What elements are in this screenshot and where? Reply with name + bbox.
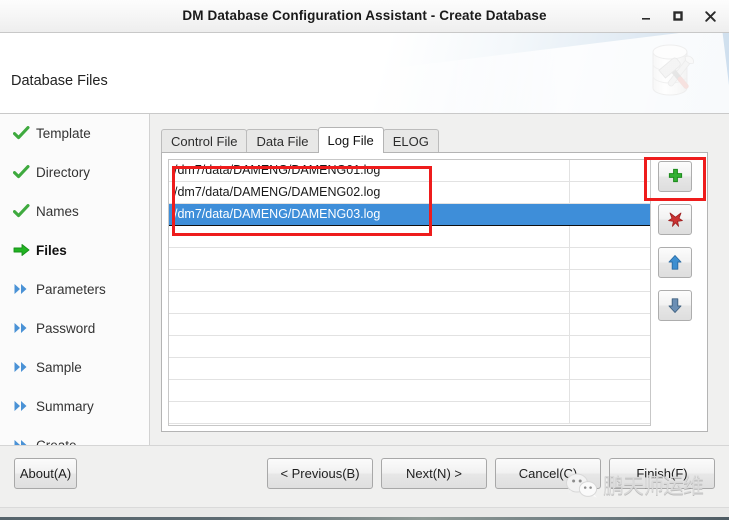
window-controls [631, 0, 725, 32]
check-icon [13, 164, 34, 181]
sidebar-item-template[interactable]: Template [0, 114, 149, 153]
sidebar-item-label: Parameters [36, 282, 106, 297]
cancel-button[interactable]: Cancel(C) [495, 458, 601, 489]
file-path-cell [169, 380, 570, 401]
red-x-icon [667, 211, 684, 228]
file-path-cell [169, 402, 570, 423]
table-row-empty[interactable] [169, 292, 650, 314]
file-extra-cell [570, 314, 650, 335]
double-chevron-icon [13, 399, 34, 415]
sidebar-item-sample[interactable]: Sample [0, 348, 149, 387]
file-path-cell: /dm7/data/DAMENG/DAMENG03.log [169, 204, 570, 225]
file-extra-cell [570, 380, 650, 401]
add-file-button[interactable] [658, 161, 692, 192]
arrow-up-icon [667, 254, 683, 271]
app-window: DM Database Configuration Assistant - Cr… [0, 0, 729, 520]
file-path-cell: /dm7/data/DAMENG/DAMENG01.log [169, 160, 570, 181]
footer-bar: About(A) < Previous(B) Next(N) > Cancel(… [0, 445, 729, 507]
file-path-cell [169, 248, 570, 269]
maximize-icon[interactable] [663, 3, 693, 29]
sidebar-item-label: Directory [36, 165, 91, 180]
table-action-buttons [658, 161, 702, 333]
page-banner: Database Files [0, 33, 729, 114]
sidebar-item-label: Summary [36, 399, 94, 414]
wizard-sidebar: Template Directory Names Files Parameter… [0, 114, 150, 445]
page-title: Database Files [11, 73, 108, 89]
file-path-cell [169, 270, 570, 291]
arrow-right-icon [13, 243, 34, 259]
file-path-cell [169, 314, 570, 335]
content-pane: Control File Data File Log File ELOG /dm… [150, 114, 729, 445]
file-extra-cell [570, 226, 650, 247]
previous-button[interactable]: < Previous(B) [267, 458, 373, 489]
finish-button[interactable]: Finish(F) [609, 458, 715, 489]
next-button[interactable]: Next(N) > [381, 458, 487, 489]
plus-icon [667, 168, 684, 185]
file-path-cell: /dm7/data/DAMENG/DAMENG02.log [169, 182, 570, 203]
table-row-empty[interactable] [169, 402, 650, 424]
table-row-empty[interactable] [169, 336, 650, 358]
sidebar-item-label: Password [36, 321, 96, 336]
about-button[interactable]: About(A) [14, 458, 77, 489]
double-chevron-icon [13, 282, 34, 298]
minimize-icon[interactable] [631, 3, 661, 29]
arrow-down-icon [667, 297, 683, 314]
sidebar-item-label: Names [36, 204, 79, 219]
check-icon [13, 125, 34, 142]
file-extra-cell [570, 160, 650, 181]
file-extra-cell [570, 270, 650, 291]
sidebar-item-password[interactable]: Password [0, 309, 149, 348]
sidebar-item-label: Create [36, 438, 77, 445]
file-extra-cell [570, 182, 650, 203]
tab-strip: Control File Data File Log File ELOG [161, 127, 439, 153]
double-chevron-icon [13, 360, 34, 376]
delete-file-button[interactable] [658, 204, 692, 235]
table-row-empty[interactable] [169, 270, 650, 292]
sidebar-item-label: Files [36, 243, 67, 258]
table-row-empty[interactable] [169, 226, 650, 248]
file-path-cell [169, 336, 570, 357]
file-path-cell [169, 358, 570, 379]
sidebar-item-label: Sample [36, 360, 82, 375]
log-file-panel: /dm7/data/DAMENG/DAMENG01.log /dm7/data/… [161, 152, 708, 432]
log-file-table[interactable]: /dm7/data/DAMENG/DAMENG01.log /dm7/data/… [168, 159, 651, 426]
title-bar: DM Database Configuration Assistant - Cr… [0, 0, 729, 33]
file-extra-cell [570, 358, 650, 379]
sidebar-item-label: Template [36, 126, 91, 141]
tab-control-file[interactable]: Control File [161, 129, 248, 153]
table-row[interactable]: /dm7/data/DAMENG/DAMENG02.log [169, 182, 650, 204]
tab-log-file[interactable]: Log File [317, 127, 384, 153]
table-row-empty[interactable] [169, 248, 650, 270]
sidebar-item-summary[interactable]: Summary [0, 387, 149, 426]
sidebar-item-names[interactable]: Names [0, 192, 149, 231]
table-row-empty[interactable] [169, 358, 650, 380]
sidebar-item-parameters[interactable]: Parameters [0, 270, 149, 309]
sidebar-item-directory[interactable]: Directory [0, 153, 149, 192]
move-up-button[interactable] [658, 247, 692, 278]
database-tools-icon [639, 39, 711, 105]
tab-data-file[interactable]: Data File [246, 129, 319, 153]
sidebar-item-create[interactable]: Create [0, 426, 149, 445]
window-title: DM Database Configuration Assistant - Cr… [182, 8, 547, 23]
file-path-cell [169, 226, 570, 247]
table-row[interactable]: /dm7/data/DAMENG/DAMENG03.log [169, 204, 650, 226]
file-extra-cell [570, 248, 650, 269]
file-extra-cell [570, 204, 650, 225]
sidebar-item-files[interactable]: Files [0, 231, 149, 270]
file-extra-cell [570, 336, 650, 357]
tab-elog[interactable]: ELOG [382, 129, 439, 153]
file-extra-cell [570, 402, 650, 423]
table-row-empty[interactable] [169, 314, 650, 336]
table-row[interactable]: /dm7/data/DAMENG/DAMENG01.log [169, 160, 650, 182]
close-icon[interactable] [695, 3, 725, 29]
file-path-cell [169, 292, 570, 313]
file-extra-cell [570, 292, 650, 313]
move-down-button[interactable] [658, 290, 692, 321]
double-chevron-icon [13, 438, 34, 445]
double-chevron-icon [13, 321, 34, 337]
table-row-empty[interactable] [169, 380, 650, 402]
check-icon [13, 203, 34, 220]
